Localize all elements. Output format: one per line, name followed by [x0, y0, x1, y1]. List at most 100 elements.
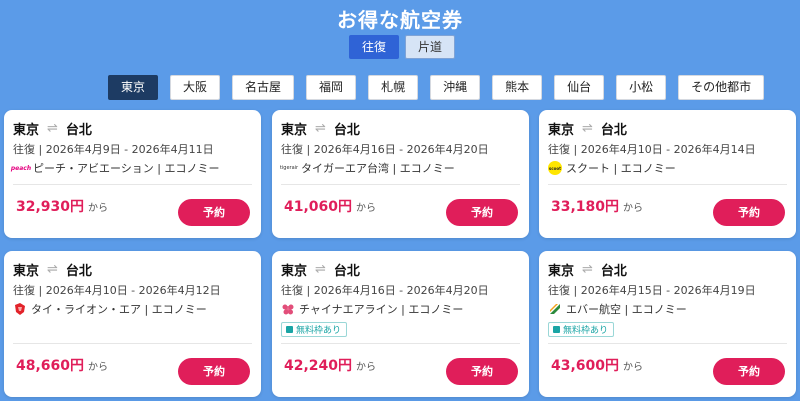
destination-city: 台北: [600, 264, 627, 279]
airline-name: チャイナエアライン | エコノミー: [299, 303, 464, 316]
book-button[interactable]: 予約: [446, 199, 518, 226]
destination-city: 台北: [65, 264, 92, 279]
route: 東京 ⇌ 台北: [548, 119, 627, 138]
peach-logo-icon: peach: [10, 164, 32, 172]
baggage-icon: [286, 326, 293, 333]
travel-dates: 往復 | 2026年4月16日 - 2026年4月20日: [281, 143, 489, 156]
price: 48,660円 から: [16, 355, 108, 375]
divider: [281, 184, 520, 185]
origin-city: 東京: [548, 123, 575, 138]
price-suffix: から: [88, 203, 109, 214]
price-suffix: から: [88, 362, 109, 373]
badge-label: 無料枠あり: [296, 326, 342, 336]
origin-city: 東京: [281, 264, 308, 279]
route: 東京 ⇌ 台北: [13, 260, 92, 279]
book-button[interactable]: 予約: [178, 199, 250, 226]
airline-info: チャイナエアライン | エコノミー: [281, 301, 463, 317]
flight-deal-card[interactable]: 東京 ⇌ 台北 往復 | 2026年4月9日 - 2026年4月11日 peac…: [4, 110, 261, 238]
airline-name: スクート | エコノミー: [566, 162, 676, 175]
price-suffix: から: [623, 362, 644, 373]
price-amount: 48,660円: [16, 358, 85, 374]
destination-city: 台北: [333, 123, 360, 138]
divider: [13, 184, 252, 185]
origin-city: 東京: [548, 264, 575, 279]
flight-deal-card[interactable]: 東京 ⇌ 台北 往復 | 2026年4月16日 - 2026年4月20日 チャイ…: [272, 251, 529, 397]
price: 33,180円 から: [551, 196, 643, 216]
divider: [13, 343, 252, 344]
city-nagoya-button[interactable]: 名古屋: [232, 75, 295, 100]
city-okinawa-button[interactable]: 沖縄: [430, 75, 481, 100]
divider: [281, 343, 520, 344]
route: 東京 ⇌ 台北: [13, 119, 92, 138]
destination-city: 台北: [600, 123, 627, 138]
origin-city: 東京: [13, 123, 40, 138]
airline-info: tigerair タイガーエア台湾 | エコノミー: [279, 160, 455, 176]
airline-name: エバー航空 | エコノミー: [566, 303, 687, 316]
scoot-logo-icon: scoot: [548, 161, 562, 175]
airline-info: peach ピーチ・アビエーション | エコノミー: [10, 160, 220, 176]
airline-name: タイガーエア台湾 | エコノミー: [301, 162, 455, 175]
travel-dates: 往復 | 2026年4月9日 - 2026年4月11日: [13, 143, 214, 156]
trip-type-toggle: 往復 片道: [349, 35, 456, 59]
city-osaka-button[interactable]: 大阪: [170, 75, 221, 100]
divider: [548, 184, 787, 185]
route: 東京 ⇌ 台北: [548, 260, 627, 279]
badge-label: 無料枠あり: [563, 326, 609, 336]
round-trip-arrows-icon: ⇌: [47, 262, 58, 277]
one-way-button[interactable]: 片道: [405, 35, 456, 59]
price-suffix: から: [623, 203, 644, 214]
book-button[interactable]: 予約: [178, 358, 250, 385]
price-amount: 43,600円: [551, 358, 620, 374]
round-trip-arrows-icon: ⇌: [47, 121, 58, 136]
city-filter: 東京 大阪 名古屋 福岡 札幌 沖縄 熊本 仙台 小松 その他都市: [108, 75, 765, 100]
round-trip-arrows-icon: ⇌: [582, 121, 593, 136]
price-amount: 33,180円: [551, 199, 620, 215]
price: 32,930円 から: [16, 196, 108, 216]
city-tokyo-button[interactable]: 東京: [108, 75, 159, 100]
divider: [548, 343, 787, 344]
destination-city: 台北: [333, 264, 360, 279]
round-trip-arrows-icon: ⇌: [315, 121, 326, 136]
route: 東京 ⇌ 台北: [281, 119, 360, 138]
china-airlines-logo-icon: [281, 302, 295, 316]
origin-city: 東京: [13, 264, 40, 279]
flight-deal-card[interactable]: 東京 ⇌ 台北 往復 | 2026年4月16日 - 2026年4月20日 tig…: [272, 110, 529, 238]
free-baggage-badge: 無料枠あり: [548, 322, 615, 337]
airline-info: タイ・ライオン・エア | エコノミー: [13, 301, 207, 317]
origin-city: 東京: [281, 123, 308, 138]
baggage-icon: [553, 326, 560, 333]
city-sendai-button[interactable]: 仙台: [554, 75, 605, 100]
flight-deal-card[interactable]: 東京 ⇌ 台北 往復 | 2026年4月15日 - 2026年4月19日 エバー…: [539, 251, 796, 397]
book-button[interactable]: 予約: [713, 199, 785, 226]
round-trip-button[interactable]: 往復: [349, 35, 400, 59]
price: 41,060円 から: [284, 196, 376, 216]
price-suffix: から: [356, 203, 377, 214]
price-amount: 32,930円: [16, 199, 85, 215]
city-komatsu-button[interactable]: 小松: [616, 75, 667, 100]
book-button[interactable]: 予約: [713, 358, 785, 385]
tigerair-logo-icon: tigerair: [279, 165, 299, 171]
airline-name: ピーチ・アビエーション | エコノミー: [33, 162, 220, 175]
travel-dates: 往復 | 2026年4月15日 - 2026年4月19日: [548, 284, 756, 297]
city-other-button[interactable]: その他都市: [678, 75, 765, 100]
route: 東京 ⇌ 台北: [281, 260, 360, 279]
city-kumamoto-button[interactable]: 熊本: [492, 75, 543, 100]
free-baggage-badge: 無料枠あり: [281, 322, 348, 337]
travel-dates: 往復 | 2026年4月16日 - 2026年4月20日: [281, 284, 489, 297]
destination-city: 台北: [65, 123, 92, 138]
airline-info: scoot スクート | エコノミー: [548, 160, 676, 176]
book-button[interactable]: 予約: [446, 358, 518, 385]
flight-deal-card[interactable]: 東京 ⇌ 台北 往復 | 2026年4月10日 - 2026年4月12日 タイ・…: [4, 251, 261, 397]
round-trip-arrows-icon: ⇌: [315, 262, 326, 277]
city-fukuoka-button[interactable]: 福岡: [306, 75, 357, 100]
city-sapporo-button[interactable]: 札幌: [368, 75, 419, 100]
round-trip-arrows-icon: ⇌: [582, 262, 593, 277]
page-title: お得な航空券: [337, 8, 463, 32]
price-amount: 41,060円: [284, 199, 353, 215]
price-amount: 42,240円: [284, 358, 353, 374]
price-suffix: から: [356, 362, 377, 373]
price: 43,600円 から: [551, 355, 643, 375]
travel-dates: 往復 | 2026年4月10日 - 2026年4月14日: [548, 143, 756, 156]
flight-deal-card[interactable]: 東京 ⇌ 台北 往復 | 2026年4月10日 - 2026年4月14日 sco…: [539, 110, 796, 238]
eva-air-logo-icon: [548, 302, 562, 316]
